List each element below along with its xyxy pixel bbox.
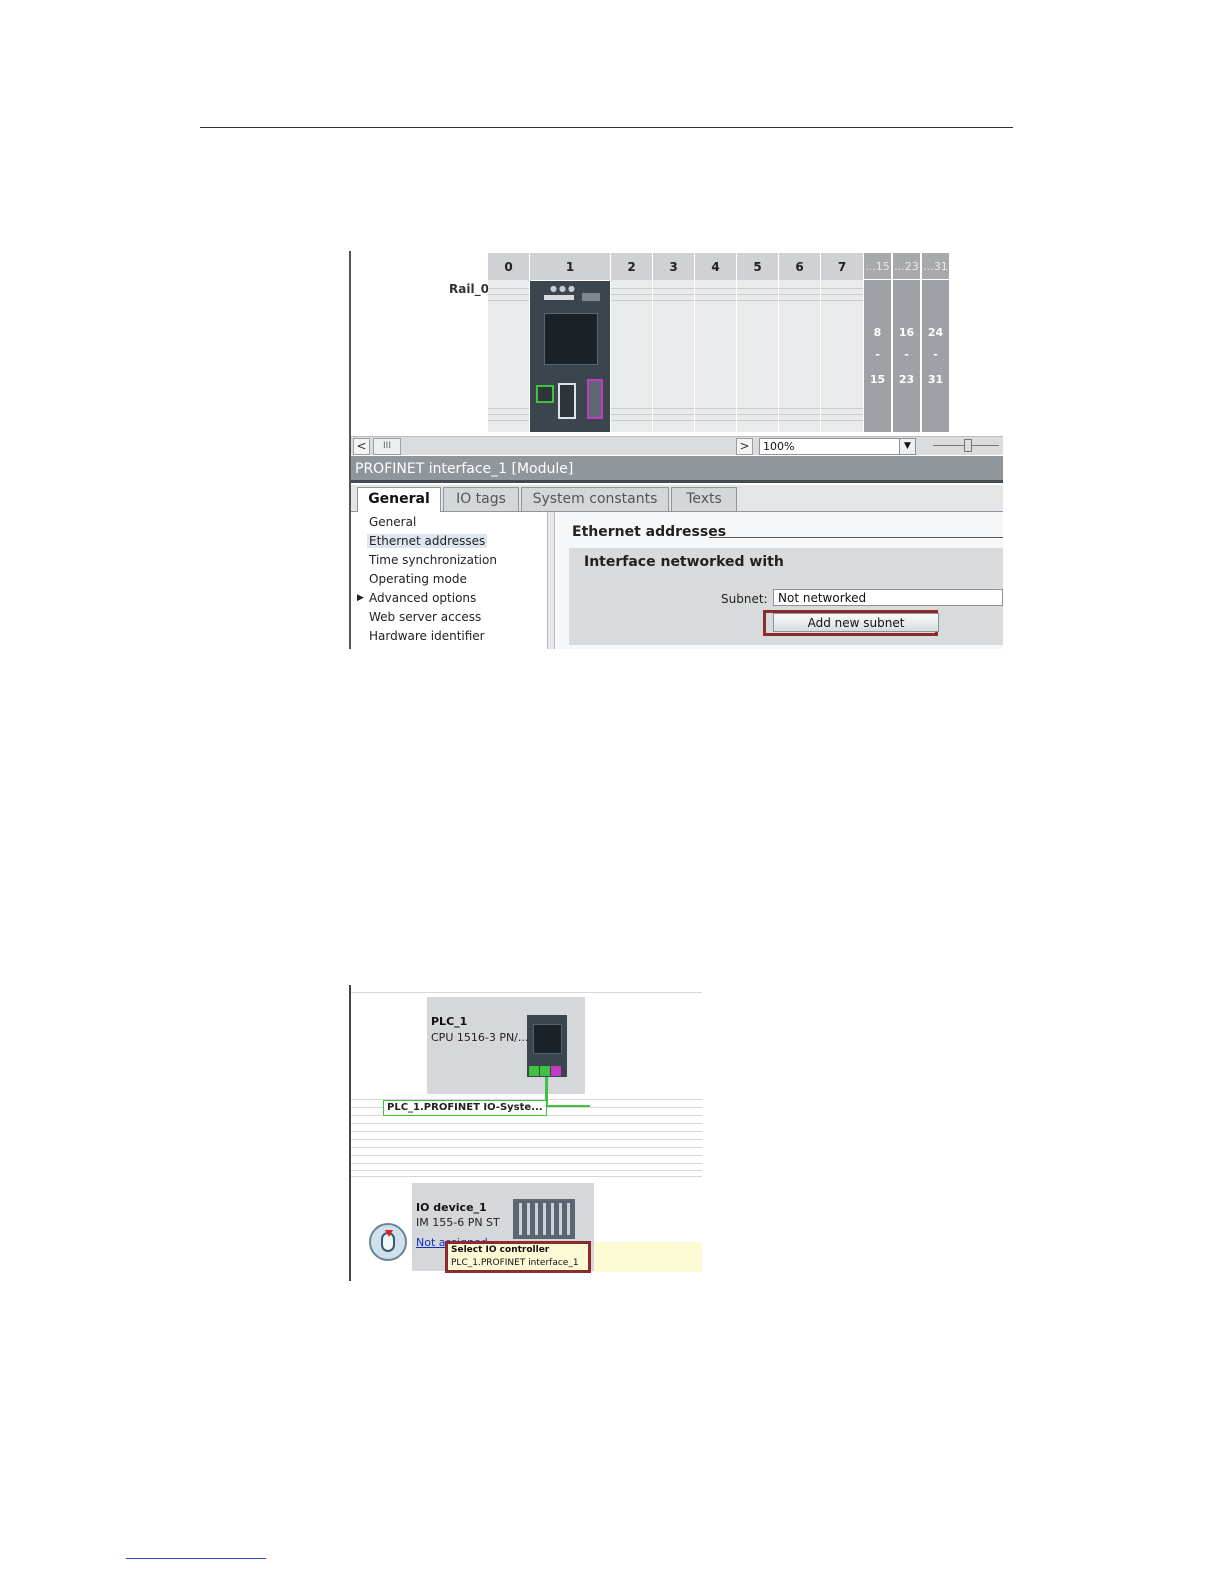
slot-0[interactable] <box>488 280 529 432</box>
io-device-type: IM 155-6 PN ST <box>416 1216 500 1229</box>
plc-device-box[interactable]: PLC_1 CPU 1516-3 PN/... <box>427 997 585 1094</box>
left-border <box>349 985 351 1281</box>
inspector-title: PROFINET interface_1 [Module] <box>351 456 1003 483</box>
zoom-slider-thumb[interactable] <box>964 439 972 452</box>
subnet-label: Subnet: <box>721 592 768 606</box>
header-rule <box>200 127 1013 128</box>
profibus-port-icon[interactable] <box>587 379 603 419</box>
io-system-label[interactable]: PLC_1.PROFINET IO-Syste... <box>383 1100 547 1116</box>
slot-ext-24-31[interactable]: 24 - 31 <box>922 280 949 432</box>
scroll-thumb[interactable]: III <box>373 438 401 455</box>
slot-header-ext-15[interactable]: ...15 <box>864 253 891 279</box>
plc-icon <box>527 1015 567 1077</box>
slot-header-1[interactable]: 1 <box>530 253 610 280</box>
section-title: Ethernet addresses <box>572 524 727 540</box>
mouse-click-icon <box>369 1223 407 1261</box>
tab-general[interactable]: General <box>357 487 441 512</box>
tab-io-tags[interactable]: IO tags <box>443 487 519 511</box>
footnote-rule <box>126 1558 266 1559</box>
brand-plate <box>544 295 574 300</box>
profinet-port-icon[interactable] <box>536 385 554 403</box>
slot-header-3[interactable]: 3 <box>653 253 694 280</box>
device-view-screenshot: Rail_0 0 1 2 3 4 5 6 7 ●●● ...15 ...23 .… <box>349 251 1003 649</box>
zoom-dropdown-button[interactable]: ▼ <box>899 438 916 455</box>
tab-system-constants[interactable]: System constants <box>521 487 669 511</box>
nav-item-time-sync[interactable]: Time synchronization <box>369 553 497 567</box>
group-title: Interface networked with <box>584 554 784 570</box>
status-leds: ●●● <box>550 284 577 293</box>
inspector-tabs: General IO tags System constants Texts <box>351 485 1003 512</box>
network-view-screenshot: PLC_1 CPU 1516-3 PN/... PLC_1.PROFINET I… <box>349 985 702 1281</box>
nav-item-hardware-id[interactable]: Hardware identifier <box>369 629 485 643</box>
plc-type: CPU 1516-3 PN/... <box>431 1031 529 1044</box>
io-system-line[interactable] <box>545 1105 590 1107</box>
nav-item-advanced-options[interactable]: Advanced options <box>369 591 476 605</box>
plc-name: PLC_1 <box>431 1015 468 1028</box>
slot-header-6[interactable]: 6 <box>779 253 820 280</box>
nav-item-operating-mode[interactable]: Operating mode <box>369 572 467 586</box>
model-plate <box>582 293 600 301</box>
expand-arrow-icon[interactable]: ▶ <box>357 593 364 603</box>
scroll-left-button[interactable]: < <box>353 438 370 455</box>
add-new-subnet-button[interactable]: Add new subnet <box>773 613 939 632</box>
ethernet-ports-icon[interactable] <box>558 383 576 419</box>
slot-header-ext-31[interactable]: ...31 <box>922 253 949 279</box>
slot-header-0[interactable]: 0 <box>488 253 529 280</box>
nav-splitter[interactable] <box>547 512 555 649</box>
section-rule <box>709 537 1003 538</box>
slot-header-5[interactable]: 5 <box>737 253 778 280</box>
slot-header-4[interactable]: 4 <box>695 253 736 280</box>
popup-option-plc-interface[interactable]: PLC_1.PROFINET interface_1 <box>451 1258 579 1268</box>
nav-item-general[interactable]: General <box>369 515 416 529</box>
subnet-field[interactable]: Not networked <box>773 589 1003 606</box>
popup-title: Select IO controller <box>451 1245 550 1255</box>
io-device-icon <box>513 1199 575 1239</box>
scroll-right-button[interactable]: > <box>736 438 753 455</box>
rail-label: Rail_0 <box>449 282 489 296</box>
slot-header-2[interactable]: 2 <box>611 253 652 280</box>
properties-content: Ethernet addresses Interface networked w… <box>556 512 1003 649</box>
nav-item-web-server[interactable]: Web server access <box>369 610 481 624</box>
cpu-display <box>544 313 598 365</box>
tab-texts[interactable]: Texts <box>671 487 737 511</box>
slot-ext-8-15[interactable]: 8 - 15 <box>864 280 891 432</box>
interface-group: Interface networked with Subnet: Not net… <box>569 548 1003 645</box>
slot-header-7[interactable]: 7 <box>821 253 863 280</box>
slot-ext-16-23[interactable]: 16 - 23 <box>893 280 920 432</box>
slot-header-ext-23[interactable]: ...23 <box>893 253 920 279</box>
horizontal-scrollbar[interactable]: < III > 100% ▼ <box>351 436 1003 455</box>
select-io-controller-popup[interactable]: Select IO controller PLC_1.PROFINET inte… <box>448 1244 588 1270</box>
nav-item-ethernet-addresses[interactable]: Ethernet addresses <box>367 534 488 548</box>
slots-2-7[interactable] <box>611 280 863 432</box>
zoom-input[interactable]: 100% <box>759 438 904 455</box>
inspector-nav: General Ethernet addresses Time synchron… <box>351 512 547 649</box>
cpu-module[interactable]: ●●● <box>530 281 610 432</box>
io-device-name: IO device_1 <box>416 1201 487 1214</box>
